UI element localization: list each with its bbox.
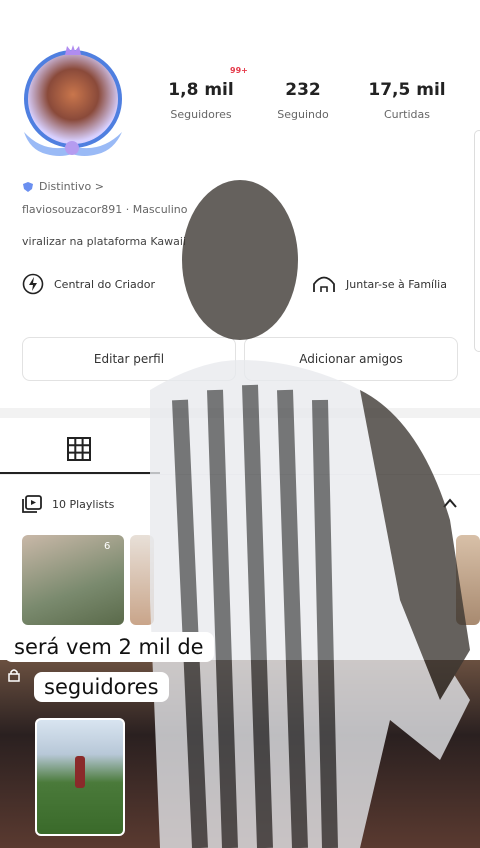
side-panel-edge: [474, 130, 480, 352]
creator-center-label: Central do Criador: [54, 277, 155, 291]
playlist-thumbnail[interactable]: [456, 535, 480, 625]
playlists-label: 10 Playlists: [52, 497, 115, 511]
playlists-header[interactable]: 10 Playlists: [22, 495, 114, 513]
likes-count: 17,5 mil: [368, 80, 446, 100]
following-count: 232: [285, 80, 321, 100]
video-thumbnail[interactable]: [35, 718, 125, 836]
grid-icon: [67, 437, 91, 461]
playlist-thumbnail[interactable]: 6: [22, 535, 124, 625]
likes-label: Curtidas: [384, 108, 430, 121]
following-label: Seguindo: [277, 108, 329, 121]
caption-line-1: será vem 2 mil de: [4, 632, 214, 662]
join-family-link[interactable]: Juntar-se à Família: [312, 273, 447, 295]
family-house-icon: [313, 276, 335, 292]
badge-link-label: Distintivo >: [39, 180, 104, 193]
tab-grid[interactable]: [66, 436, 92, 466]
following-stat[interactable]: 232 Seguindo: [248, 80, 358, 121]
avatar-frame-wings-icon: [24, 132, 122, 156]
followers-label: Seguidores: [170, 108, 232, 121]
shield-icon: [23, 181, 33, 192]
lightning-circle-icon: [22, 273, 44, 295]
followers-count: 1,8 mil: [168, 80, 234, 100]
edit-profile-button[interactable]: Editar perfil: [22, 337, 236, 381]
lock-icon: [8, 669, 20, 682]
likes-stat[interactable]: 17,5 mil Curtidas: [352, 80, 462, 121]
join-family-label: Juntar-se à Família: [346, 277, 447, 291]
playlist-icon: [22, 495, 42, 513]
notification-badge: 99+: [230, 66, 248, 75]
caption-line-2: seguidores: [34, 672, 169, 702]
chevron-up-icon[interactable]: [442, 497, 458, 509]
crown-icon: [65, 45, 81, 55]
add-friends-button[interactable]: Adicionar amigos: [244, 337, 458, 381]
username-line: flaviosouzacor891 · Masculino: [22, 203, 188, 216]
followers-stat[interactable]: 1,8 mil Seguidores: [146, 80, 256, 121]
player-figure: [75, 756, 85, 788]
badge-link[interactable]: Distintivo >: [22, 180, 104, 193]
bio-text: viralizar na plataforma Kawaii: [22, 235, 187, 248]
tab-divider: [0, 474, 480, 475]
creator-center-link[interactable]: Central do Criador: [22, 273, 155, 295]
profile-avatar[interactable]: [14, 44, 132, 162]
playlist-count-badge: 6: [104, 541, 111, 552]
section-divider: [0, 408, 480, 418]
playlist-thumbnail[interactable]: [130, 535, 154, 625]
